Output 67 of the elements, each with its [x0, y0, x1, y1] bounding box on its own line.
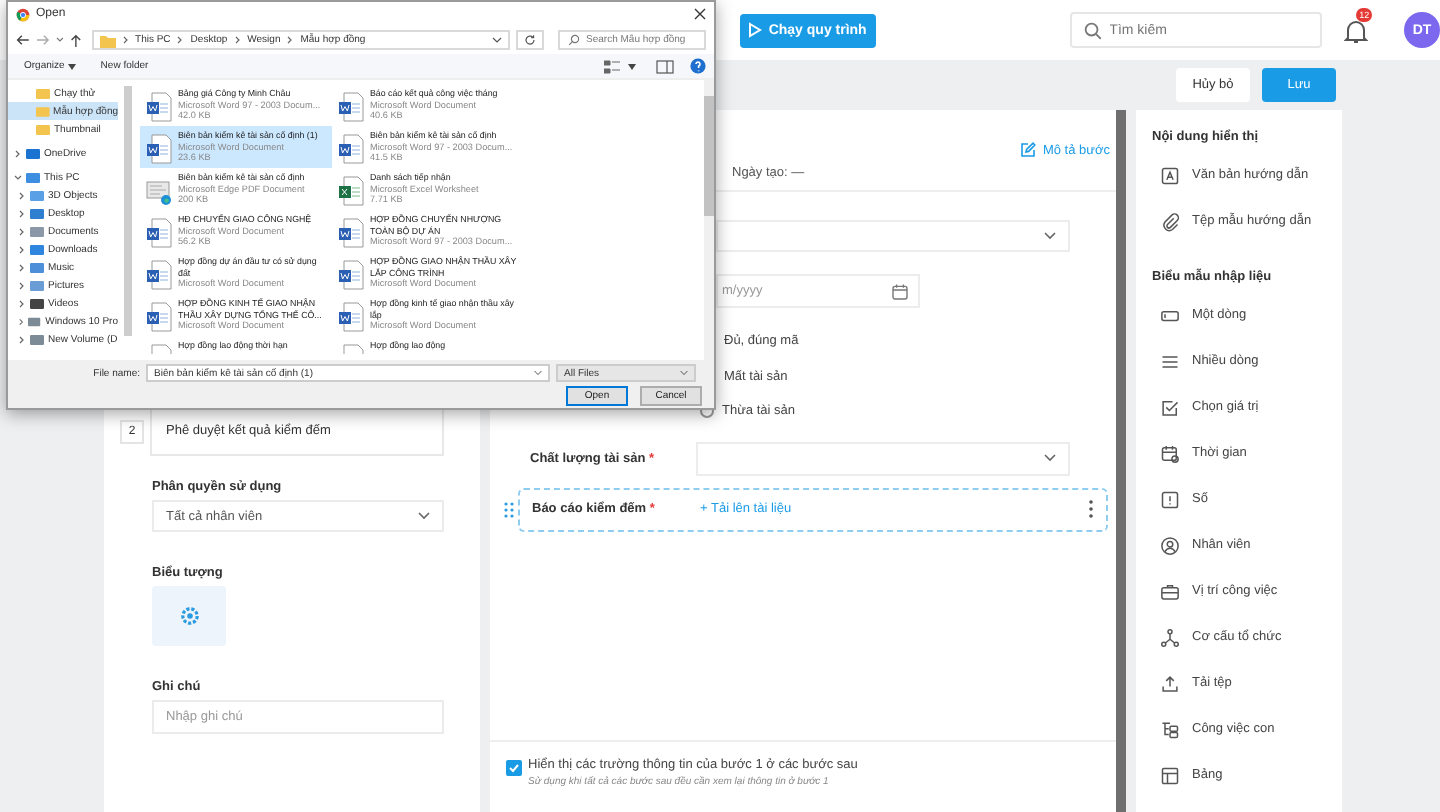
- chevron-right-icon[interactable]: [18, 335, 26, 343]
- chevron-down-icon: [1044, 454, 1056, 462]
- word-file-icon: [338, 260, 364, 290]
- close-icon[interactable]: [694, 8, 706, 20]
- chevron-right-icon[interactable]: [18, 209, 26, 217]
- org-icon: [1160, 627, 1180, 647]
- chevron-down-icon: [1044, 232, 1056, 240]
- search-icon: [568, 34, 581, 46]
- chevron-down-icon[interactable]: [492, 36, 503, 44]
- chevron-right-icon[interactable]: [18, 263, 26, 271]
- chevron-down-icon[interactable]: [55, 36, 64, 44]
- chevron-right-icon[interactable]: [18, 191, 26, 199]
- drag-handle-icon[interactable]: [504, 501, 514, 517]
- view-icon[interactable]: [604, 59, 620, 73]
- refresh-button[interactable]: [516, 30, 545, 50]
- word-file-icon: [338, 134, 364, 164]
- word-file-icon: [338, 218, 364, 248]
- back-icon[interactable]: [16, 34, 30, 46]
- browser-icon: [16, 7, 30, 21]
- text-icon: [1160, 165, 1180, 185]
- folder-icon: [99, 33, 116, 47]
- subtask-icon: [1160, 719, 1180, 739]
- chevron-right-icon[interactable]: [18, 317, 25, 325]
- choice-icon: [1160, 397, 1180, 417]
- word-file-icon: [338, 92, 364, 122]
- scrollbar[interactable]: [124, 86, 132, 336]
- chevron-right-icon[interactable]: [14, 149, 22, 157]
- multiline-icon: [1160, 351, 1180, 371]
- refresh-icon: [524, 34, 537, 46]
- up-arrow-icon[interactable]: [69, 33, 82, 47]
- table-icon: [1160, 765, 1180, 785]
- word-file-icon: [146, 218, 172, 248]
- word-file-icon: [338, 344, 364, 354]
- preview-pane-icon[interactable]: [656, 59, 674, 73]
- chevron-right-icon[interactable]: [18, 227, 26, 235]
- word-file-icon: [146, 92, 172, 122]
- word-file-icon: [146, 134, 172, 164]
- word-file-icon: [146, 302, 172, 332]
- chevron-down-icon: [534, 370, 542, 376]
- attachment-icon: [1160, 211, 1180, 231]
- calendar-icon: [892, 283, 908, 299]
- help-icon[interactable]: [690, 58, 706, 74]
- word-file-icon: [146, 344, 172, 354]
- chevron-down-icon: [418, 512, 430, 520]
- more-icon[interactable]: [1088, 500, 1094, 518]
- chevron-right-icon[interactable]: [18, 245, 26, 253]
- number-icon: [1160, 489, 1180, 509]
- upload-icon: [1160, 673, 1180, 693]
- edit-icon: [1020, 142, 1037, 158]
- flower-icon: [179, 606, 199, 626]
- chevron-down-icon: [680, 370, 688, 376]
- spreadsheet-file-icon: [338, 176, 364, 206]
- position-icon: [1160, 581, 1180, 601]
- time-icon: [1160, 443, 1180, 463]
- word-file-icon: [146, 260, 172, 290]
- pdf-file-icon: [146, 176, 172, 206]
- scrollbar[interactable]: [1116, 110, 1126, 812]
- chevron-right-icon[interactable]: [18, 281, 26, 289]
- search-icon: [1083, 21, 1102, 39]
- chevron-right-icon[interactable]: [18, 299, 26, 307]
- employee-icon: [1160, 535, 1180, 555]
- checkbox[interactable]: [506, 760, 522, 776]
- bell-icon[interactable]: [1344, 17, 1369, 43]
- play-icon: [748, 22, 763, 38]
- scrollbar[interactable]: [704, 80, 714, 360]
- chevron-down-icon[interactable]: [14, 173, 22, 181]
- word-file-icon: [338, 302, 364, 332]
